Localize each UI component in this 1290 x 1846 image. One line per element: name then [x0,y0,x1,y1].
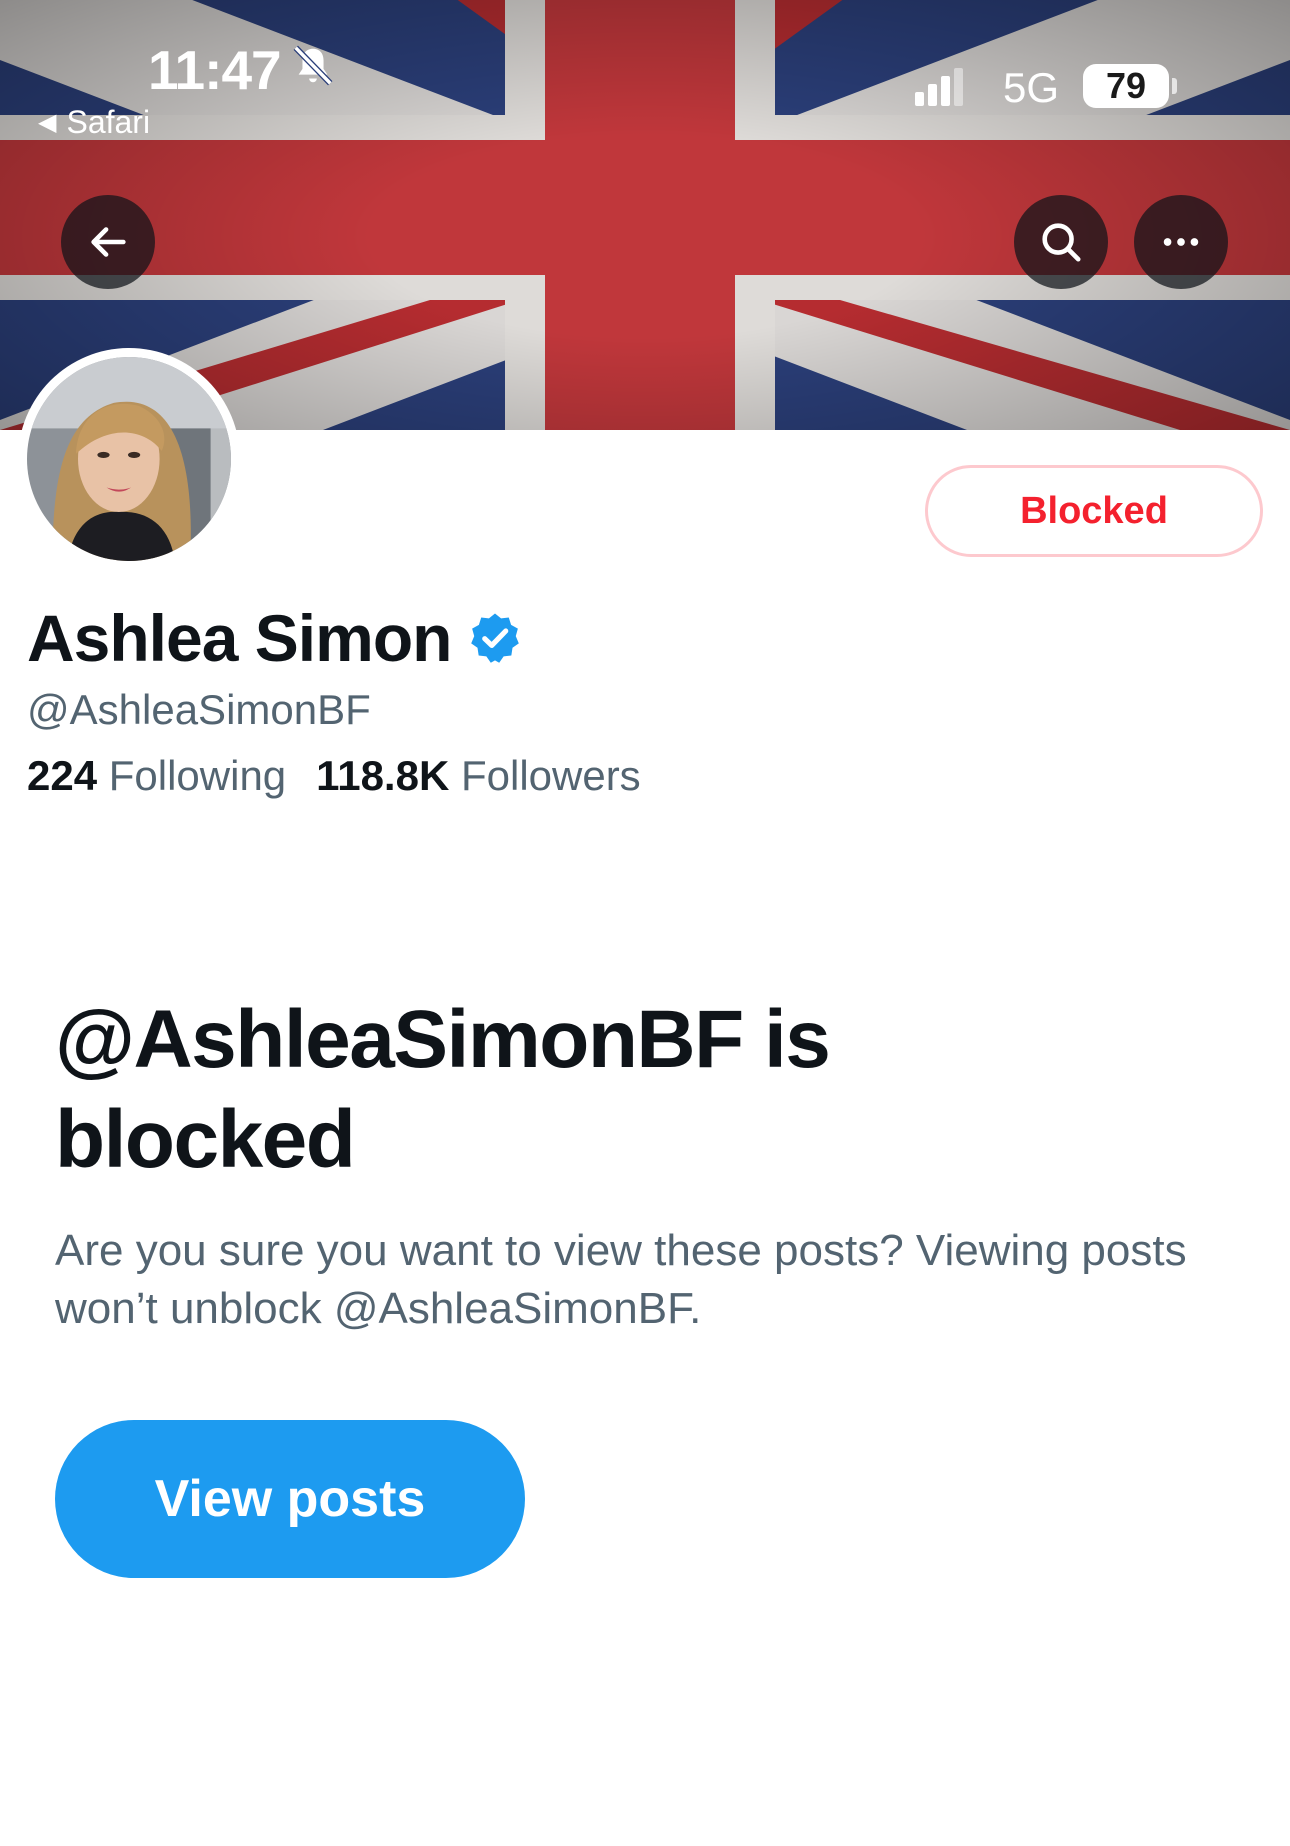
arrow-left-icon [91,227,126,257]
back-triangle-icon: ◀ [38,109,57,136]
profile-handle: @AshleaSimonBF [27,686,371,733]
followers-count: 118.8K [316,752,450,799]
display-name-text: Ashlea Simon [27,601,452,675]
blocked-button[interactable]: Blocked [925,465,1263,557]
status-time: 11:47 [148,39,282,101]
verified-badge-icon[interactable] [467,610,523,666]
following-count: 224 [27,752,98,799]
signal-icon [915,68,963,106]
back-app-label: Safari [66,104,151,140]
battery-indicator: 79 [1083,64,1169,108]
view-posts-button[interactable]: View posts [55,1420,525,1578]
follow-counts: 224 Following 118.8K Followers [27,752,641,800]
bell-off-icon [293,45,333,86]
followers-link[interactable]: 118.8K Followers [316,752,641,800]
search-icon [1042,223,1081,262]
avatar-photo [27,357,231,561]
avatar-portrait-image [27,357,231,561]
followers-label: Followers [460,752,641,799]
back-button[interactable] [61,195,155,289]
more-icon [1163,238,1199,246]
battery-tip [1172,78,1177,94]
following-link[interactable]: 224 Following [27,752,286,800]
back-to-safari[interactable]: ◀ Safari [38,104,150,141]
blocked-notice-description: Are you sure you want to view these post… [55,1226,1187,1333]
network-type: 5G [1003,64,1060,111]
more-button[interactable] [1134,195,1228,289]
avatar[interactable] [18,348,240,570]
search-button[interactable] [1014,195,1108,289]
blocked-notice-title: @AshleaSimonBF is blocked [55,994,831,1185]
display-name: Ashlea Simon [27,600,523,676]
following-label: Following [108,752,287,799]
